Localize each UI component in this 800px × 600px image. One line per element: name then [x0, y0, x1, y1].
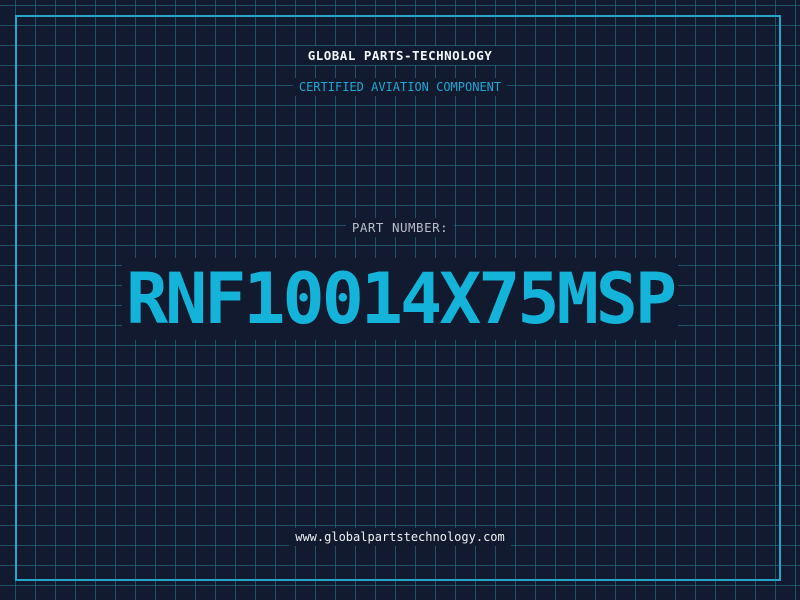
company-name: GLOBAL PARTS-TECHNOLOGY	[301, 46, 499, 65]
certification-row: CERTIFIED AVIATION COMPONENT	[0, 78, 800, 96]
certification-text: CERTIFIED AVIATION COMPONENT	[292, 78, 508, 96]
part-number-label: PART NUMBER:	[345, 218, 455, 237]
part-number-label-row: PART NUMBER:	[0, 218, 800, 237]
part-number: RNF10014X75MSP	[121, 258, 678, 340]
website-row: www.globalpartstechnology.com	[0, 528, 800, 546]
website-link[interactable]: www.globalpartstechnology.com	[289, 528, 511, 546]
part-number-row: RNF10014X75MSP	[0, 258, 800, 340]
company-name-row: GLOBAL PARTS-TECHNOLOGY	[0, 46, 800, 65]
